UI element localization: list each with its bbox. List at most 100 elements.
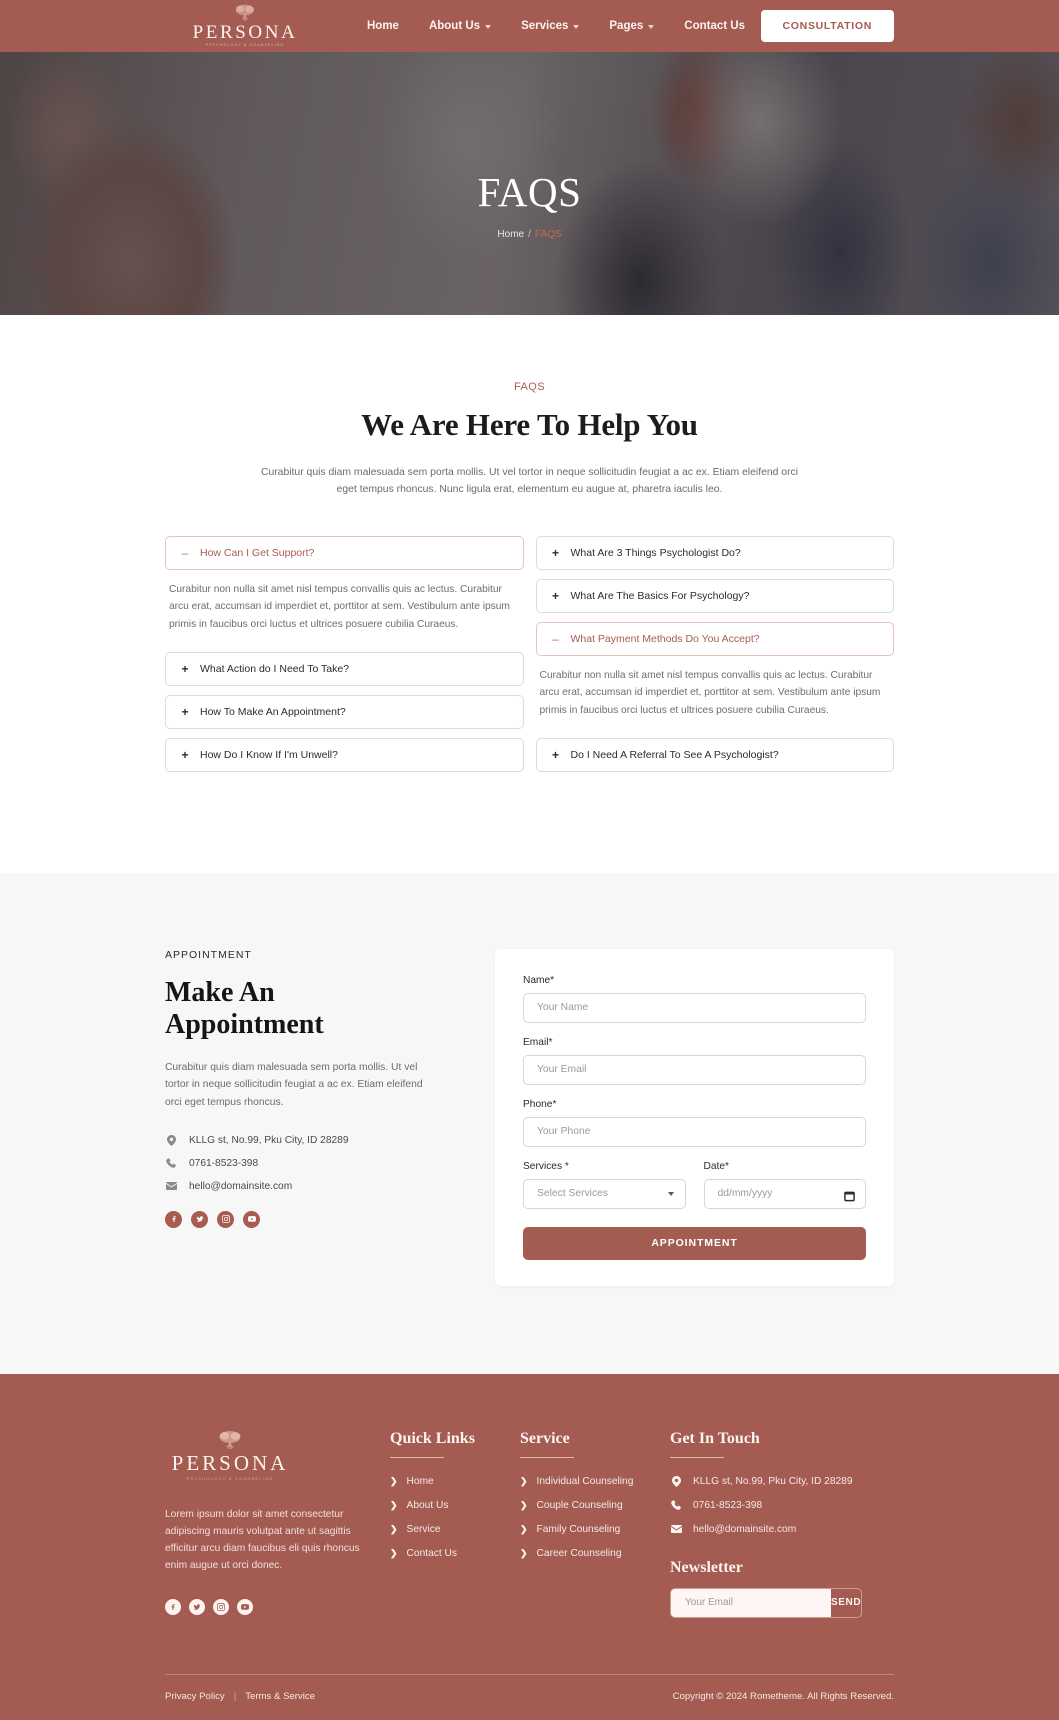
appointment-description: Curabitur quis diam malesuada sem porta … [165, 1061, 423, 1109]
footer-link-contact-us[interactable]: ❯ Contact Us [390, 1548, 520, 1559]
faq-item: + Do I Need A Referral To See A Psycholo… [535, 737, 894, 772]
appointment-submit-button[interactable]: APPOINTMENT [523, 1226, 866, 1260]
privacy-policy-link[interactable]: Privacy Policy [165, 1691, 225, 1702]
instagram-icon[interactable] [217, 1210, 234, 1228]
twitter-icon[interactable] [191, 1210, 208, 1228]
footer-link-label: Individual Counseling [536, 1475, 634, 1487]
faq-question-what-are-3-things-psychologist-do[interactable]: + What Are 3 Things Psychologist Do? [535, 536, 894, 571]
footer-quick-links-title: Quick Links [390, 1429, 475, 1447]
footer-link-individual-counseling[interactable]: ❯ Individual Counseling [520, 1476, 670, 1487]
appointment-form-card: Name* Email* Phone* Services * [495, 948, 894, 1286]
consultation-button[interactable]: CONSULTATION [760, 10, 894, 42]
footer-link-career-counseling[interactable]: ❯ Career Counseling [520, 1548, 670, 1559]
phone-input[interactable] [523, 1116, 866, 1147]
footer-contact-title: Get In Touch [670, 1429, 760, 1447]
youtube-icon[interactable] [237, 1599, 253, 1616]
plus-icon: + [551, 589, 559, 604]
faq-item: – How Can I Get Support? Curabitur non n… [165, 536, 524, 642]
footer-link-label: Family Counseling [536, 1523, 621, 1535]
nav-label: Home [367, 20, 399, 32]
faq-item: + How To Make An Appointment? [165, 694, 524, 729]
footer-link-label: Home [406, 1475, 434, 1487]
faq-item: + What Are The Basics For Psychology? [535, 579, 894, 614]
name-label: Name* [523, 974, 555, 986]
chevron-right-icon: ❯ [390, 1475, 398, 1486]
chevron-right-icon: ❯ [520, 1475, 528, 1486]
footer-address-text: KLLG st, No.99, Pku City, ID 28289 [693, 1475, 853, 1487]
site-header: PERSONA PSYCHOLOGY & COUNSELING Home Abo… [0, 0, 1059, 52]
faq-question-how-to-make-an-appointment[interactable]: + How To Make An Appointment? [165, 694, 524, 729]
facebook-icon[interactable] [165, 1599, 181, 1616]
copyright-text: Copyright © 2024 Rometheme. All Rights R… [672, 1690, 894, 1702]
newsletter-email-input[interactable] [671, 1588, 831, 1617]
envelope-icon [165, 1182, 177, 1191]
footer-phone-text: 0761-8523-398 [693, 1499, 763, 1511]
services-field-group: Services * Select Services [523, 1161, 686, 1209]
email-input[interactable] [523, 1054, 866, 1085]
footer-link-home[interactable]: ❯ Home [390, 1476, 520, 1487]
title-underline [670, 1456, 724, 1458]
plus-icon: + [181, 704, 189, 719]
breadcrumb-home[interactable]: Home [497, 229, 524, 240]
footer-phone: 0761-8523-398 [670, 1500, 894, 1511]
twitter-icon[interactable] [189, 1599, 205, 1616]
nav-item-contact-us[interactable]: Contact Us [684, 20, 745, 32]
faq-question-what-are-the-basics-for-psychology[interactable]: + What Are The Basics For Psychology? [535, 579, 894, 614]
faq-question-what-action-do-i-need-to-take[interactable]: + What Action do I Need To Take? [165, 651, 524, 686]
footer-brand-tagline: PSYCHOLOGY & COUNSELING [186, 1475, 274, 1481]
faq-item: + How Do I Know If I'm Unwell? [165, 737, 524, 772]
title-underline [520, 1456, 574, 1458]
faq-eyebrow: FAQS [514, 381, 545, 393]
faq-grid: – How Can I Get Support? Curabitur non n… [165, 536, 894, 780]
instagram-icon[interactable] [213, 1599, 229, 1616]
footer-get-in-touch: Get In Touch KLLG st, No.99, Pku City, I… [670, 1430, 894, 1618]
footer-link-about-us[interactable]: ❯ About Us [390, 1500, 520, 1511]
plus-icon: + [181, 661, 189, 676]
minus-icon: – [552, 632, 559, 647]
newsletter-form: SEND [670, 1587, 862, 1618]
name-input[interactable] [523, 992, 866, 1023]
terms-service-link[interactable]: Terms & Service [245, 1691, 315, 1702]
faq-column-right: + What Are 3 Things Psychologist Do? + W… [535, 536, 894, 780]
date-input[interactable] [703, 1178, 866, 1209]
faq-question-label: How Can I Get Support? [200, 547, 315, 560]
plus-icon: + [181, 747, 189, 762]
faq-question-how-do-i-know-if-im-unwell[interactable]: + How Do I Know If I'm Unwell? [165, 737, 524, 772]
site-logo[interactable]: PERSONA PSYCHOLOGY & COUNSELING [193, 4, 295, 48]
chevron-down-icon [573, 25, 580, 29]
footer-logo[interactable]: PERSONA PSYCHOLOGY & COUNSELING [171, 1430, 289, 1481]
footer-link-family-counseling[interactable]: ❯ Family Counseling [520, 1524, 670, 1535]
envelope-icon [670, 1525, 682, 1534]
faq-question-label: How Do I Know If I'm Unwell? [200, 748, 338, 761]
footer-link-label: Career Counseling [536, 1547, 622, 1559]
phone-text: 0761-8523-398 [189, 1157, 259, 1169]
plus-icon: + [551, 546, 559, 561]
minus-icon: – [181, 546, 189, 561]
chevron-right-icon: ❯ [520, 1547, 528, 1558]
faq-question-label: What Are 3 Things Psychologist Do? [570, 547, 741, 560]
faq-question-label: What Are The Basics For Psychology? [570, 590, 750, 603]
nav-item-home[interactable]: Home [367, 20, 399, 32]
footer-link-label: Couple Counseling [536, 1499, 623, 1511]
nav-item-about-us[interactable]: About Us [429, 20, 492, 32]
date-field-group: Date* [703, 1161, 866, 1209]
services-select[interactable]: Select Services [523, 1178, 686, 1209]
faq-question-what-payment-methods-do-you-accept[interactable]: – What Payment Methods Do You Accept? [535, 622, 894, 657]
plus-icon: + [551, 747, 559, 762]
youtube-icon[interactable] [243, 1210, 260, 1228]
footer-link-couple-counseling[interactable]: ❯ Couple Counseling [520, 1500, 670, 1511]
footer-service-links: Service ❯ Individual Counseling ❯ Couple… [520, 1430, 670, 1618]
faq-question-do-i-need-a-referral[interactable]: + Do I Need A Referral To See A Psycholo… [535, 737, 894, 772]
facebook-icon[interactable] [165, 1210, 182, 1228]
faq-answer: Curabitur non nulla sit amet nisl tempus… [539, 670, 881, 716]
faq-question-how-can-i-get-support[interactable]: – How Can I Get Support? [165, 536, 524, 571]
nav-item-pages[interactable]: Pages [609, 20, 655, 32]
footer-link-service[interactable]: ❯ Service [390, 1524, 520, 1535]
newsletter-send-button[interactable]: SEND [831, 1589, 861, 1617]
appointment-title: Make An Appointment [165, 977, 455, 1042]
brand-tagline: PSYCHOLOGY & COUNSELING [205, 43, 285, 48]
nav-item-services[interactable]: Services [521, 20, 580, 32]
footer-email-text: hello@domainsite.com [693, 1523, 797, 1535]
footer-brand: PERSONA PSYCHOLOGY & COUNSELING Lorem ip… [165, 1430, 390, 1618]
newsletter-title: Newsletter [670, 1558, 743, 1576]
